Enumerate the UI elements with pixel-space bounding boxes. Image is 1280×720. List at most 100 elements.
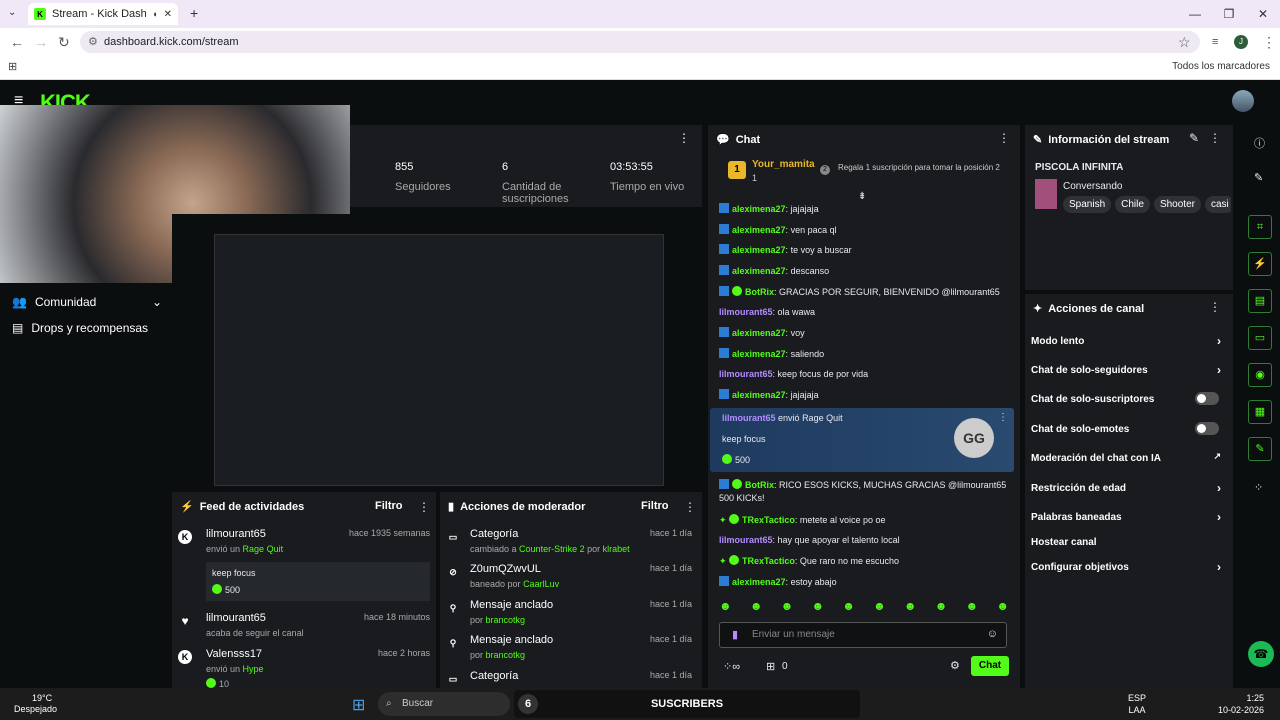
action-followers-only[interactable]: Chat de solo-seguidores › [1031, 363, 1227, 377]
chat-user[interactable]: aleximena27 [732, 245, 786, 255]
info-title: ✎ Información del stream [1033, 133, 1169, 147]
chat-user[interactable]: aleximena27 [732, 204, 786, 214]
emote-icon[interactable]: ☻ [966, 599, 979, 617]
chat-user[interactable]: aleximena27 [732, 266, 786, 276]
clipboard-icon[interactable]: ▤ [1248, 289, 1272, 313]
pencil-icon[interactable]: ✎ [1254, 171, 1263, 184]
tab-search-icon[interactable]: ⌄ [8, 7, 16, 18]
emote-icon[interactable]: ☻ [781, 599, 794, 617]
broadcast-icon[interactable]: ◉ [1248, 363, 1272, 387]
emote-icon[interactable]: ☻ [873, 599, 886, 617]
points-icon[interactable]: ⁘ [1254, 481, 1263, 494]
chat-user[interactable]: BotRix [745, 287, 774, 297]
sidebar-item-comunidad[interactable]: 👥 Comunidad ⌄ [12, 295, 162, 309]
minimize-button[interactable]: — [1178, 0, 1212, 28]
emote-icon[interactable]: ☻ [935, 599, 948, 617]
chat-user[interactable]: lilmourant65 [719, 369, 773, 379]
scan-icon[interactable]: ⌗ [1248, 215, 1272, 239]
tag[interactable]: Chile [1115, 196, 1150, 213]
feed-menu-icon[interactable]: ⋮ [418, 500, 430, 514]
chat-bubble-icon[interactable]: ▭ [1248, 326, 1272, 350]
points-icon[interactable]: ⁘∞ [723, 660, 740, 673]
tab-close-icon[interactable]: ✕ [164, 9, 172, 20]
site-info-icon[interactable]: ⚙ [88, 31, 98, 53]
wrench-icon[interactable]: ✎ [1248, 437, 1272, 461]
new-tab-button[interactable]: + [190, 5, 198, 21]
edit-icon[interactable]: ✎ [1189, 131, 1199, 145]
url-field[interactable]: ⚙ dashboard.kick.com/stream [80, 31, 1200, 53]
mod-menu-icon[interactable]: ⋮ [684, 500, 696, 514]
gift-menu-icon[interactable]: ⋮ [998, 412, 1008, 423]
chat-user[interactable]: lilmourant65 [719, 535, 773, 545]
windows-start-icon[interactable]: ⊞ [352, 695, 365, 715]
reload-icon[interactable]: ↻ [58, 34, 70, 51]
browser-tabbar: ⌄ K Stream - Kick Dashboard ◖ ✕ + — ❐ ✕ [0, 0, 1280, 28]
chat-user[interactable]: TRexTactico [742, 556, 795, 566]
feed-gift-box: keep focus 500 [206, 562, 430, 601]
chat-user[interactable]: aleximena27 [732, 225, 786, 235]
emote-icon[interactable]: ☻ [719, 599, 732, 617]
system-tray[interactable]: ESP LAA 1:25 10-02-2026 [1128, 692, 1264, 716]
chat-user[interactable]: BotRix [745, 480, 774, 490]
store-icon[interactable]: ▦ [1248, 400, 1272, 424]
chat-user[interactable]: aleximena27 [732, 349, 786, 359]
chat-menu-icon[interactable]: ⋮ [998, 131, 1010, 145]
action-slow-mode[interactable]: Modo lento › [1031, 334, 1227, 348]
chat-user[interactable]: lilmourant65 [719, 307, 773, 317]
back-icon[interactable]: ← [10, 34, 24, 50]
weather-widget[interactable]: 19°C Despejado [14, 693, 57, 715]
action-host-channel[interactable]: Hostear canal [1031, 537, 1227, 548]
mod-filter-button[interactable]: Filtro [641, 500, 669, 512]
forward-icon[interactable]: → [34, 34, 48, 50]
gift-user[interactable]: lilmourant65 [722, 413, 776, 423]
all-bookmarks-link[interactable]: Todos los marcadores [1172, 61, 1270, 72]
feed-filter-button[interactable]: Filtro [375, 500, 403, 512]
taskbar-search[interactable]: ⌕ Buscar [378, 692, 510, 716]
chat-user[interactable]: aleximena27 [732, 577, 786, 587]
chat-input[interactable]: ▮ Enviar un mensaje ☺ [719, 622, 1007, 648]
chrome-menu-icon[interactable]: ⋮ [1262, 34, 1276, 51]
chat-user[interactable]: TRexTactico [742, 515, 795, 525]
apps-icon[interactable]: ⊞ [8, 60, 17, 73]
action-age-restriction[interactable]: Restricción de edad › [1031, 481, 1227, 495]
language-indicator[interactable]: ESP LAA [1128, 692, 1146, 716]
bolt-icon[interactable]: ⚡ [1248, 252, 1272, 276]
maximize-button[interactable]: ❐ [1212, 0, 1246, 28]
info-menu-icon[interactable]: ⋮ [1209, 131, 1221, 145]
action-goals[interactable]: Configurar objetivos › [1031, 560, 1227, 574]
gift-box-icon[interactable]: ⊞ [766, 660, 775, 673]
tag[interactable]: Spanish [1063, 196, 1112, 213]
chat-user[interactable]: aleximena27 [732, 390, 786, 400]
actions-menu-icon[interactable]: ⋮ [1209, 300, 1221, 314]
info-icon[interactable]: ⓘ [1254, 135, 1265, 151]
tag[interactable]: Shooter [1153, 196, 1201, 213]
bookmark-star-icon[interactable]: ☆ [1178, 34, 1191, 51]
chat-settings-icon[interactable]: ⚙ [950, 659, 960, 672]
profile-icon[interactable]: J [1234, 35, 1248, 49]
action-ai-moderation[interactable]: Moderación del chat con IA ↗ [1031, 451, 1227, 464]
tag[interactable]: casi [1204, 196, 1231, 213]
emoji-icon[interactable]: ☺ [987, 628, 998, 640]
emote-icon[interactable]: ☻ [904, 599, 917, 617]
support-icon[interactable]: ☎ [1248, 641, 1274, 667]
stream-preview[interactable] [172, 214, 702, 490]
browser-tab[interactable]: K Stream - Kick Dashboard ◖ ✕ [28, 3, 178, 25]
emotes-only-toggle[interactable] [1195, 422, 1219, 435]
close-window-button[interactable]: ✕ [1246, 0, 1280, 28]
audio-icon[interactable]: ◖ [152, 9, 157, 19]
emote-icon[interactable]: ☻ [842, 599, 855, 617]
stats-menu-icon[interactable]: ⋮ [678, 131, 690, 145]
sidebar-item-drops[interactable]: ▤ Drops y recompensas [12, 321, 148, 335]
subs-only-toggle[interactable] [1195, 392, 1219, 405]
emote-icon[interactable]: ☻ [750, 599, 763, 617]
action-banned-words[interactable]: Palabras baneadas › [1031, 510, 1227, 524]
user-avatar[interactable] [1232, 90, 1254, 112]
chat-user[interactable]: aleximena27 [732, 328, 786, 338]
media-icon[interactable]: ≡ [1212, 36, 1218, 48]
pinned-leader[interactable]: 1 Your_mamita 1 2 Regala 1 suscripción p… [728, 159, 1008, 185]
emote-icon[interactable]: ☻ [996, 599, 1009, 617]
emote-icon[interactable]: ☻ [811, 599, 824, 617]
chat-send-button[interactable]: Chat [971, 656, 1009, 676]
collapse-icon[interactable]: ⇟ [858, 191, 866, 202]
chat-icon: 💬 [716, 134, 730, 146]
